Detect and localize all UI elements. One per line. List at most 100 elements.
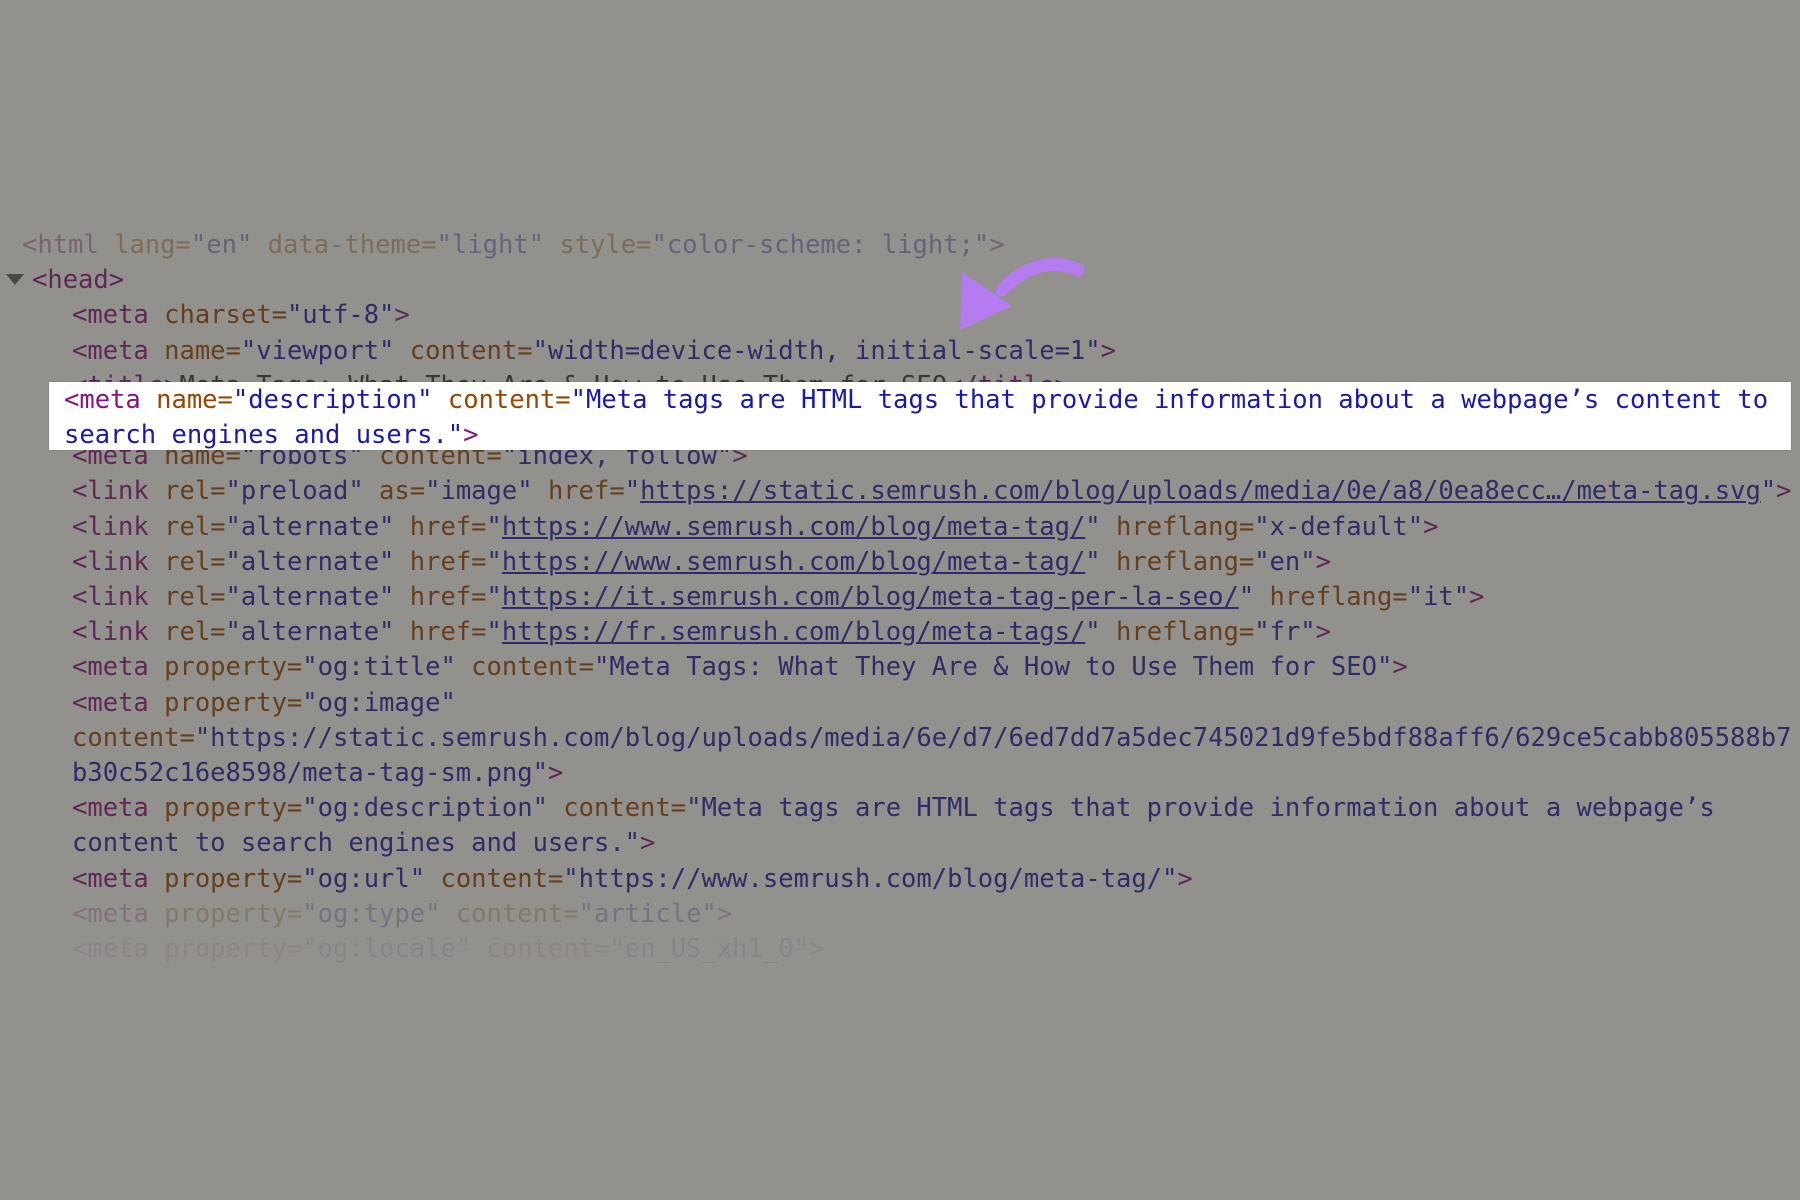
code-line-meta-og-type[interactable]: <meta property="og:type" content="articl… [0, 897, 1800, 932]
code-token-lnk[interactable]: https://www.semrush.com/blog/meta-tag/ [502, 547, 1085, 577]
code-token-val: " [1085, 511, 1101, 542]
code-token-attr: property= [148, 687, 303, 718]
curved-arrow-icon [950, 248, 1090, 340]
code-token-attr: href= [394, 511, 487, 542]
code-token-val: "alternate" [225, 511, 395, 542]
code-token-val: "light" [436, 230, 545, 260]
code-token-val: "preload" [225, 476, 364, 507]
code-token-tag: > [547, 758, 564, 789]
code-line-meta-og-locale[interactable]: <meta property="og:locale" content="en_U… [0, 932, 1800, 967]
code-token-val: "en_US_xh1_0" [609, 934, 809, 965]
code-token-val: "alternate" [225, 617, 395, 648]
code-line-link-preload[interactable]: <link rel="preload" as="image" href="htt… [0, 474, 1800, 509]
code-line-meta-viewport[interactable]: <meta name="viewport" content="width=dev… [0, 334, 1800, 369]
code-token-val: "viewport" [240, 335, 395, 366]
code-line-meta-og-description[interactable]: <meta property="og:description" content=… [0, 791, 1800, 861]
meta-description-highlight-box[interactable]: <meta name="description" content="Meta t… [49, 382, 1791, 450]
code-token-lnk[interactable]: https://fr.semrush.com/blog/meta-tags/ [502, 617, 1085, 647]
code-token-attr: as= [363, 476, 426, 507]
code-token-lnk[interactable]: https://it.semrush.com/blog/meta-tag-per… [502, 582, 1239, 612]
code-token-val: "color-scheme: light;" [651, 230, 990, 260]
meta-description-line[interactable]: <meta name="description" content="Meta t… [64, 383, 1784, 450]
code-token-val: "fr" [1254, 617, 1316, 648]
code-token-attr: content= [425, 863, 564, 894]
code-token-val: " [1238, 582, 1255, 613]
code-line-link-alternate-en[interactable]: <link rel="alternate" href="https://www.… [0, 545, 1800, 580]
code-line-link-alternate-fr[interactable]: <link rel="alternate" href= "https://fr.s… [0, 615, 1800, 650]
code-token-val: "x-default" [1254, 511, 1424, 542]
code-line-link-alternate-x-default[interactable]: <link rel="alternate" href="https://www.… [0, 510, 1800, 545]
code-token-tag: > [808, 934, 825, 965]
screenshot-stage: <html lang="en" data-theme="light" style… [0, 0, 1800, 1200]
devtools-elements-code-panel[interactable]: <html lang="en" data-theme="light" style… [0, 0, 1800, 1200]
code-line-meta-og-title[interactable]: <meta property="og:title" content="Meta … [0, 650, 1800, 685]
code-token-attr: rel= [148, 546, 226, 577]
code-token-tag: <meta [72, 898, 149, 929]
code-token-val: "article" [578, 898, 717, 929]
code-token-attr: href= [394, 582, 487, 613]
code-token-tag: <meta [72, 652, 149, 683]
code-token-val: "og:url" [302, 863, 426, 894]
code-line-html-root[interactable]: <html lang="en" data-theme="light" style… [0, 228, 1800, 263]
code-token-tag: <meta [72, 934, 149, 965]
code-token-attr: hreflang= [1100, 511, 1255, 542]
code-token-val: "image" [425, 476, 533, 507]
code-token-attr: name= [148, 335, 241, 366]
code-token-tag: <link [72, 582, 149, 613]
disclosure-triangle-icon[interactable] [6, 273, 24, 285]
code-token-tag: <link [72, 617, 149, 648]
code-token-tag: <meta [72, 687, 149, 718]
code-token-tag: > [1392, 652, 1408, 683]
code-token-lnk[interactable]: https://static.semrush.com/blog/uploads/… [640, 476, 1761, 506]
code-token-val: " [1760, 476, 1777, 507]
code-token-attr: href= [394, 617, 487, 648]
code-token-attr: rel= [148, 617, 226, 648]
code-token-val: " [1085, 617, 1101, 648]
code-token-attr: property= [148, 934, 303, 965]
code-token-tag: <meta [72, 793, 149, 824]
code-token-val: "Meta Tags: What They Are & How to Use T… [594, 652, 1393, 683]
code-token-attr: content= [440, 898, 579, 929]
code-token-val: " [486, 546, 502, 577]
code-line-meta-charset[interactable]: <meta charset="utf-8"> [0, 298, 1800, 333]
code-token-tag: <meta [72, 863, 149, 894]
code-token-attr: data-theme= [252, 230, 437, 260]
code-token-tag: > [1315, 546, 1331, 577]
code-token-attr: rel= [148, 476, 226, 507]
code-token-attr: content= [471, 934, 610, 965]
code-token-attr: charset= [148, 300, 287, 331]
code-token-val: "width=device-width, initial-scale=1" [532, 335, 1101, 366]
code-token-val: "https://static.semrush.com/blog/uploads… [72, 722, 1792, 789]
code-token-val: "og:image" [302, 687, 456, 718]
code-token-val: " [624, 476, 641, 507]
code-token-val: "en" [190, 230, 253, 260]
code-token-tag: > [394, 300, 410, 331]
code-token-attr: name= [140, 385, 233, 415]
code-token-tag: <link [72, 546, 149, 577]
code-token-val: " [1085, 546, 1101, 577]
code-token-val: "og:locale" [302, 934, 472, 965]
code-token-val: " [486, 511, 502, 542]
code-token-attr: rel= [148, 511, 226, 542]
code-token-tag: > [1315, 617, 1331, 648]
code-line-meta-og-image[interactable]: <meta property="og:image" content="https… [0, 686, 1800, 792]
code-token-attr: property= [148, 863, 303, 894]
code-token-attr: content= [547, 793, 687, 824]
code-token-tag: > [640, 828, 656, 859]
code-token-val: "utf-8" [286, 300, 395, 331]
code-token-val: "en" [1254, 546, 1316, 577]
code-token-attr: property= [148, 793, 303, 824]
arrow-shaft [995, 258, 1085, 297]
code-token-tag: > [1423, 511, 1439, 542]
code-token-tag: <meta [72, 300, 149, 331]
code-token-tag: <link [72, 476, 149, 507]
code-token-attr: href= [532, 476, 625, 507]
code-line-list[interactable]: <html lang="en" data-theme="light" style… [0, 228, 1800, 967]
code-token-lnk[interactable]: https://www.semrush.com/blog/meta-tag/ [502, 512, 1085, 542]
code-line-link-alternate-it[interactable]: <link rel="alternate" href="https://it.s… [0, 580, 1800, 615]
code-line-meta-og-url[interactable]: <meta property="og:url" content="https:/… [0, 862, 1800, 897]
code-line-head-open[interactable]: <head> [0, 263, 1800, 298]
code-token-attr: lang= [98, 230, 191, 260]
code-token-val: " [486, 582, 502, 613]
code-token-attr: hreflang= [1254, 582, 1408, 613]
